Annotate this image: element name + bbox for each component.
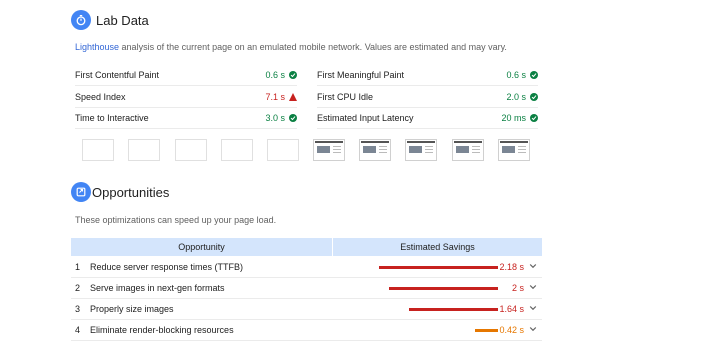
table-row[interactable]: 2 Serve images in next-gen formats 2 s <box>71 278 542 299</box>
row-number: 3 <box>75 304 81 314</box>
row-number: 4 <box>75 325 81 335</box>
check-circle-icon <box>530 114 538 122</box>
stopwatch-icon <box>71 10 91 30</box>
filmstrip-frame-blank <box>128 139 160 161</box>
intro-text: analysis of the current page on an emula… <box>119 42 507 52</box>
filmstrip-frame-screenshot <box>452 139 484 161</box>
metric-time-to-interactive: Time to Interactive 3.0 s <box>75 108 297 129</box>
metric-first-meaningful-paint: First Meaningful Paint 0.6 s <box>317 65 538 86</box>
filmstrip-frame-screenshot <box>359 139 391 161</box>
chevron-down-icon[interactable] <box>529 324 537 334</box>
row-savings: 2.18 s <box>499 262 524 272</box>
column-header-estimated-savings: Estimated Savings <box>400 242 475 252</box>
opportunities-table-header: Opportunity Estimated Savings <box>71 238 542 256</box>
table-row[interactable]: 4 Eliminate render-blocking resources 0.… <box>71 320 542 341</box>
chevron-down-icon[interactable] <box>529 303 537 313</box>
filmstrip-frame-screenshot <box>498 139 530 161</box>
metric-first-contentful-paint: First Contentful Paint 0.6 s <box>75 65 297 86</box>
filmstrip-frame-blank <box>175 139 207 161</box>
row-number: 1 <box>75 262 81 272</box>
check-circle-icon <box>530 93 538 101</box>
row-savings: 0.42 s <box>499 325 524 335</box>
savings-bar <box>475 329 498 332</box>
lab-intro: Lighthouse analysis of the current page … <box>75 42 507 52</box>
filmstrip-frame-blank <box>82 139 114 161</box>
row-savings: 2 s <box>511 283 524 293</box>
savings-bar <box>379 266 498 269</box>
metric-estimated-input-latency: Estimated Input Latency 20 ms <box>317 108 538 129</box>
lighthouse-link[interactable]: Lighthouse <box>75 42 119 52</box>
warning-triangle-icon <box>289 93 297 101</box>
row-number: 2 <box>75 283 81 293</box>
filmstrip-frame-blank <box>267 139 299 161</box>
filmstrip-frame-screenshot <box>405 139 437 161</box>
savings-bar <box>409 308 498 311</box>
opportunities-description: These optimizations can speed up your pa… <box>75 215 277 225</box>
lab-data-title: Lab Data <box>96 13 149 28</box>
chevron-down-icon[interactable] <box>529 282 537 292</box>
row-savings: 1.64 s <box>499 304 524 314</box>
table-row[interactable]: 1 Reduce server response times (TTFB) 2.… <box>71 257 542 278</box>
check-circle-icon <box>530 71 538 79</box>
check-circle-icon <box>289 71 297 79</box>
row-name: Properly size images <box>90 304 174 314</box>
opportunity-icon <box>71 182 91 202</box>
filmstrip-frame-blank <box>221 139 253 161</box>
metric-speed-index: Speed Index 7.1 s <box>75 87 297 108</box>
chevron-down-icon[interactable] <box>529 261 537 271</box>
table-row[interactable]: 3 Properly size images 1.64 s <box>71 299 542 320</box>
metric-first-cpu-idle: First CPU Idle 2.0 s <box>317 87 538 108</box>
check-circle-icon <box>289 114 297 122</box>
column-header-opportunity: Opportunity <box>178 242 225 252</box>
row-name: Reduce server response times (TTFB) <box>90 262 244 272</box>
opportunities-title: Opportunities <box>92 185 170 200</box>
savings-bar <box>389 287 498 290</box>
row-name: Serve images in next-gen formats <box>90 283 225 293</box>
filmstrip-frame-screenshot <box>313 139 345 161</box>
row-name: Eliminate render-blocking resources <box>90 325 234 335</box>
